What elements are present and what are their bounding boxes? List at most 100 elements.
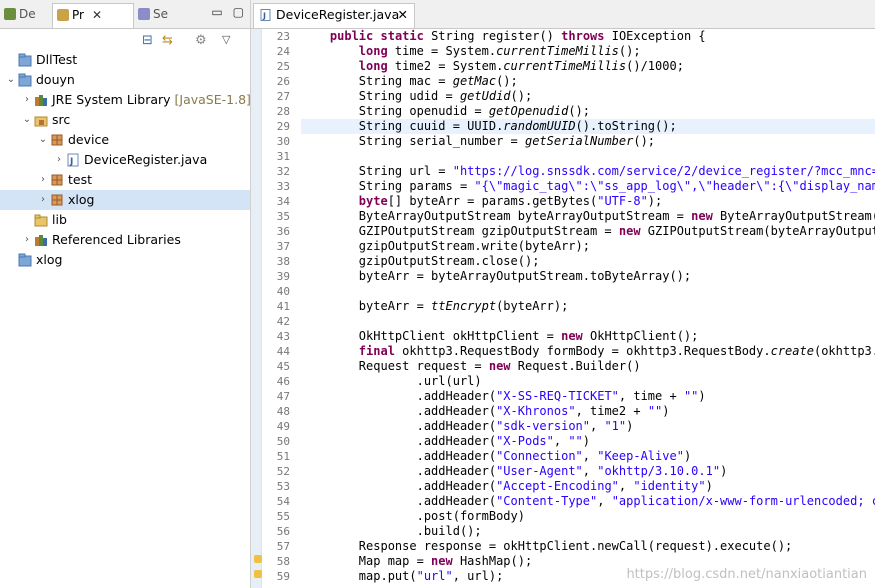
svg-text:J: J xyxy=(69,157,73,167)
code-text[interactable]: public static String register() throws I… xyxy=(301,29,875,584)
code-line[interactable]: Request request = new Request.Builder() xyxy=(301,359,875,374)
java-file-icon: J xyxy=(66,153,80,167)
code-line[interactable]: .addHeader("Content-Type", "application/… xyxy=(301,494,875,509)
expand-arrow-icon[interactable]: › xyxy=(54,150,64,170)
code-line[interactable]: byteArr = ttEncrypt(byteArr); xyxy=(301,299,875,314)
tree-node-text: src xyxy=(52,112,71,127)
code-line[interactable]: .addHeader("X-Pods", "") xyxy=(301,434,875,449)
code-line[interactable]: gzipOutputStream.write(byteArr); xyxy=(301,239,875,254)
code-line[interactable]: String openudid = getOpenudid(); xyxy=(301,104,875,119)
code-line[interactable]: GZIPOutputStream gzipOutputStream = new … xyxy=(301,224,875,239)
code-editor[interactable]: 23 24 25 26 27 28 29 30 31 32 33 34 35 36 37 38 39 40 41 42… xyxy=(251,29,875,588)
tree-node[interactable]: › xlog xyxy=(0,190,250,210)
view-window-controls: ▭ ▢ xyxy=(201,5,244,19)
tab-project-explorer[interactable]: Pr ✕ xyxy=(52,3,134,28)
package-icon xyxy=(50,173,64,187)
code-line[interactable]: .post(formBody) xyxy=(301,509,875,524)
line-number: 40 xyxy=(276,285,290,298)
code-line[interactable]: public static String register() throws I… xyxy=(301,29,875,44)
maximize-icon[interactable]: ▢ xyxy=(233,5,244,19)
code-line[interactable]: .url(url) xyxy=(301,374,875,389)
code-line[interactable]: OkHttpClient okHttpClient = new OkHttpCl… xyxy=(301,329,875,344)
code-line[interactable]: byte[] byteArr = params.getBytes("UTF-8"… xyxy=(301,194,875,209)
tree-node[interactable]: › JRE System Library [JavaSE-1.8] xyxy=(0,90,251,110)
code-line[interactable]: String mac = getMac(); xyxy=(301,74,875,89)
project-icon xyxy=(18,73,32,87)
view-menu-icon[interactable]: ▽ xyxy=(222,33,230,46)
code-line[interactable]: long time2 = System.currentTimeMillis()/… xyxy=(301,59,875,74)
expand-arrow-icon[interactable]: › xyxy=(38,170,48,190)
collapse-all-icon[interactable]: ⊟ xyxy=(142,33,153,48)
tree-node-label: JRE System Library [JavaSE-1.8] xyxy=(52,90,251,110)
java-file-icon: J xyxy=(260,6,272,21)
tree-node[interactable]: ⌄ device xyxy=(0,130,250,150)
code-line[interactable]: String udid = getUdid(); xyxy=(301,89,875,104)
code-line[interactable]: String serial_number = getSerialNumber()… xyxy=(301,134,875,149)
code-line[interactable]: String params = "{\"magic_tag\":\"ss_app… xyxy=(301,179,875,194)
code-line[interactable]: .addHeader("User-Agent", "okhttp/3.10.0.… xyxy=(301,464,875,479)
expand-arrow-icon[interactable]: ⌄ xyxy=(6,70,16,90)
code-line[interactable]: .addHeader("sdk-version", "1") xyxy=(301,419,875,434)
editor-area: J DeviceRegister.java ✕ 23 24 25 26 27 28 29 30 3… xyxy=(251,0,875,588)
line-number: 41 xyxy=(276,300,290,313)
tree-node-label: src xyxy=(52,110,70,130)
tree-node-text: DeviceRegister.java xyxy=(84,152,208,167)
code-line[interactable]: ByteArrayOutputStream byteArrayOutputStr… xyxy=(301,209,875,224)
expand-arrow-icon[interactable]: ⌄ xyxy=(38,130,48,150)
filter-icon[interactable]: ⚙ xyxy=(195,33,207,48)
warning-marker-icon[interactable] xyxy=(254,570,262,578)
svg-text:J: J xyxy=(262,12,266,21)
link-editor-icon[interactable]: ⇆ xyxy=(162,33,173,48)
line-number: 44 xyxy=(276,345,290,358)
tree-node[interactable]: ⌄ douyn xyxy=(0,70,250,90)
editor-tab-deviceregister[interactable]: J DeviceRegister.java ✕ xyxy=(253,3,415,28)
view-tab-bar: De Pr ✕ Se ▭ ▢ xyxy=(0,0,250,29)
tree-node-text: DllTest xyxy=(36,52,78,67)
code-line[interactable] xyxy=(301,149,875,164)
tree-node[interactable]: ⌄ src xyxy=(0,110,250,130)
close-icon[interactable]: ✕ xyxy=(92,8,102,22)
expand-arrow-icon[interactable]: ⌄ xyxy=(22,110,32,130)
line-number: 32 xyxy=(276,165,290,178)
tab-search[interactable]: Se xyxy=(134,3,186,27)
tree-node[interactable]: xlog xyxy=(0,250,250,270)
code-line[interactable] xyxy=(301,284,875,299)
code-line[interactable]: long time = System.currentTimeMillis(); xyxy=(301,44,875,59)
tree-node[interactable]: › J DeviceRegister.java xyxy=(0,150,250,170)
line-number: 37 xyxy=(276,240,290,253)
tree-node[interactable]: › test xyxy=(0,170,250,190)
line-number: 34 xyxy=(276,195,290,208)
code-line[interactable]: .addHeader("Connection", "Keep-Alive") xyxy=(301,449,875,464)
tree-node-label: douyn xyxy=(36,70,75,90)
code-line[interactable]: byteArr = byteArrayOutputStream.toByteAr… xyxy=(301,269,875,284)
close-icon[interactable]: ✕ xyxy=(398,4,408,26)
minimize-icon[interactable]: ▭ xyxy=(211,5,222,19)
code-line[interactable]: .build(); xyxy=(301,524,875,539)
code-line[interactable]: String cuuid = UUID.randomUUID().toStrin… xyxy=(301,119,875,134)
warning-marker-icon[interactable] xyxy=(254,555,262,563)
code-line[interactable]: .addHeader("Accept-Encoding", "identity"… xyxy=(301,479,875,494)
code-line[interactable] xyxy=(301,314,875,329)
code-line[interactable]: final okhttp3.RequestBody formBody = okh… xyxy=(301,344,875,359)
overview-ruler xyxy=(251,29,262,588)
line-number: 33 xyxy=(276,180,290,193)
watermark: https://blog.csdn.net/nanxiaotiantian xyxy=(626,567,867,582)
tree-node-label: DeviceRegister.java xyxy=(84,150,207,170)
code-line[interactable]: .addHeader("X-SS-REQ-TICKET", time + "") xyxy=(301,389,875,404)
tree-node[interactable]: › Referenced Libraries xyxy=(0,230,250,250)
tree-node-text: device xyxy=(68,132,110,147)
code-line[interactable]: .addHeader("X-Khronos", time2 + "") xyxy=(301,404,875,419)
source-folder-icon xyxy=(34,113,48,127)
line-number: 59 xyxy=(276,570,290,583)
expand-arrow-icon[interactable]: › xyxy=(22,90,32,110)
tree-node[interactable]: DllTest xyxy=(0,50,250,70)
line-number: 25 xyxy=(276,60,290,73)
code-line[interactable]: Response response = okHttpClient.newCall… xyxy=(301,539,875,554)
tree-node[interactable]: lib xyxy=(0,210,250,230)
code-line[interactable]: gzipOutputStream.close(); xyxy=(301,254,875,269)
code-line[interactable]: String url = "https://log.snssdk.com/ser… xyxy=(301,164,875,179)
tree-node-decoration: [JavaSE-1.8] xyxy=(174,92,251,107)
expand-arrow-icon[interactable]: › xyxy=(22,230,32,250)
expand-arrow-icon[interactable]: › xyxy=(38,190,48,210)
tab-debug[interactable]: De xyxy=(0,3,50,27)
